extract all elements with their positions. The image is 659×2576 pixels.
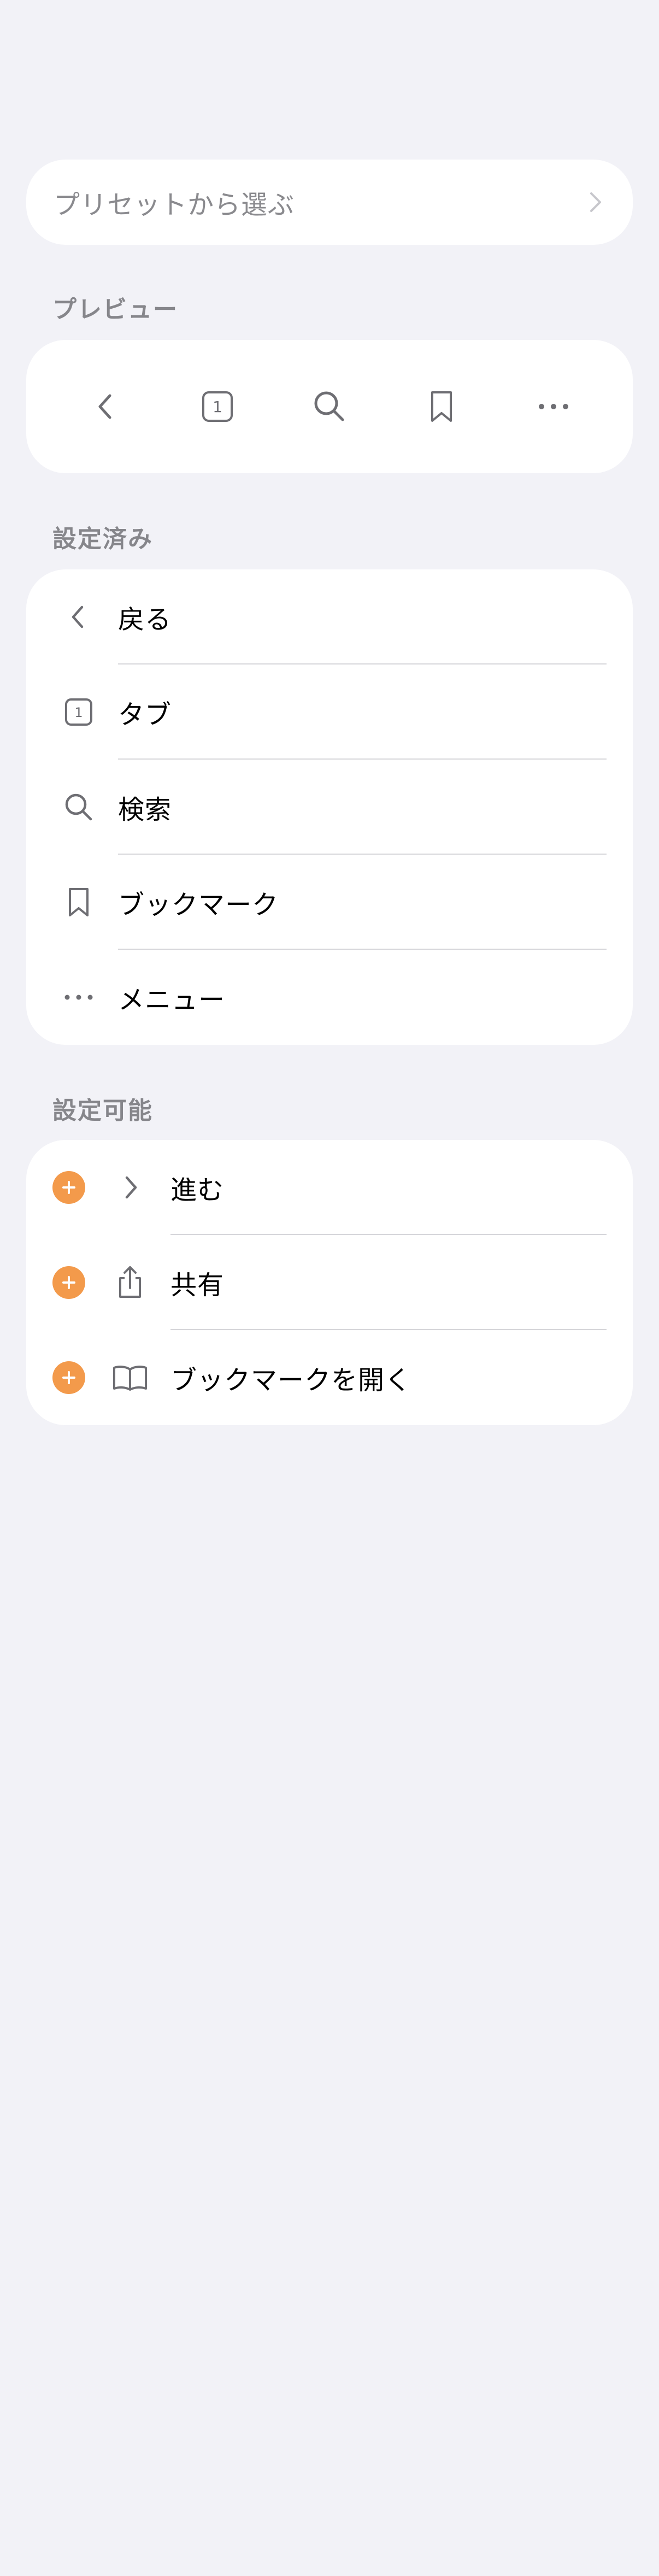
toolbar-preview: 1: [26, 340, 633, 473]
list-item-back[interactable]: 戻る: [26, 569, 633, 664]
preview-search-button: [297, 374, 362, 439]
preset-selector-row[interactable]: プリセットから選ぶ: [26, 160, 633, 245]
tab-count-icon: 1: [57, 690, 101, 734]
tab-count-icon: 1: [201, 390, 234, 423]
list-item-search[interactable]: 検索: [26, 760, 633, 855]
preview-back-button: [73, 374, 138, 439]
preview-section-header: プレビュー: [52, 296, 178, 324]
add-forward-button[interactable]: [52, 1171, 85, 1204]
available-section-header: 設定可能: [52, 1097, 153, 1125]
list-item-forward: 進む: [26, 1140, 633, 1235]
list-item-label: タブ: [118, 699, 172, 730]
preview-menu-button: [521, 374, 586, 439]
list-item-label: ブックマーク: [118, 890, 279, 920]
share-icon: [108, 1261, 152, 1304]
tab-count: 1: [213, 398, 222, 416]
list-item-tabs[interactable]: 1 タブ: [26, 664, 633, 760]
chevron-left-icon: [57, 595, 101, 639]
preview-tabs-button: 1: [185, 374, 250, 439]
bookmark-icon: [428, 389, 455, 424]
more-dots-icon: [537, 402, 570, 411]
chevron-right-icon: [108, 1166, 152, 1209]
list-item-label: ブックマークを開く: [170, 1365, 412, 1396]
list-item-label: メニュー: [118, 985, 226, 1015]
chevron-right-icon: [582, 189, 609, 215]
preview-bookmark-button: [409, 374, 474, 439]
configured-list: 戻る 1 タブ 検索 ブックマーク メニュー: [26, 569, 633, 1045]
book-open-icon: [108, 1356, 152, 1399]
bookmark-icon: [57, 880, 101, 924]
add-circle-icon: [62, 1371, 75, 1384]
more-dots-icon: [57, 975, 101, 1019]
search-icon: [57, 785, 101, 829]
search-icon: [312, 389, 347, 424]
list-item-label: 進む: [170, 1175, 225, 1205]
add-circle-icon: [62, 1276, 75, 1289]
list-item-open-bookmarks: ブックマークを開く: [26, 1330, 633, 1425]
list-item-share: 共有: [26, 1235, 633, 1330]
list-item-label: 検索: [118, 795, 172, 825]
configured-section-header: 設定済み: [52, 525, 153, 553]
list-item-label: 共有: [170, 1270, 225, 1301]
tab-count: 1: [74, 705, 83, 720]
chevron-left-icon: [89, 390, 122, 423]
available-list: 進む 共有 ブックマークを開く: [26, 1140, 633, 1425]
list-item-label: 戻る: [118, 604, 172, 635]
toolbar-settings-screen: プリセットから選ぶ プレビュー 1 設定済み 戻る 1 タブ 検索 ブックマーク…: [0, 0, 659, 2576]
list-item-bookmark[interactable]: ブックマーク: [26, 855, 633, 950]
preset-label: プリセットから選ぶ: [54, 190, 295, 220]
add-circle-icon: [62, 1181, 75, 1194]
list-item-menu[interactable]: メニュー: [26, 950, 633, 1045]
add-open-bookmarks-button[interactable]: [52, 1361, 85, 1394]
add-share-button[interactable]: [52, 1266, 85, 1299]
